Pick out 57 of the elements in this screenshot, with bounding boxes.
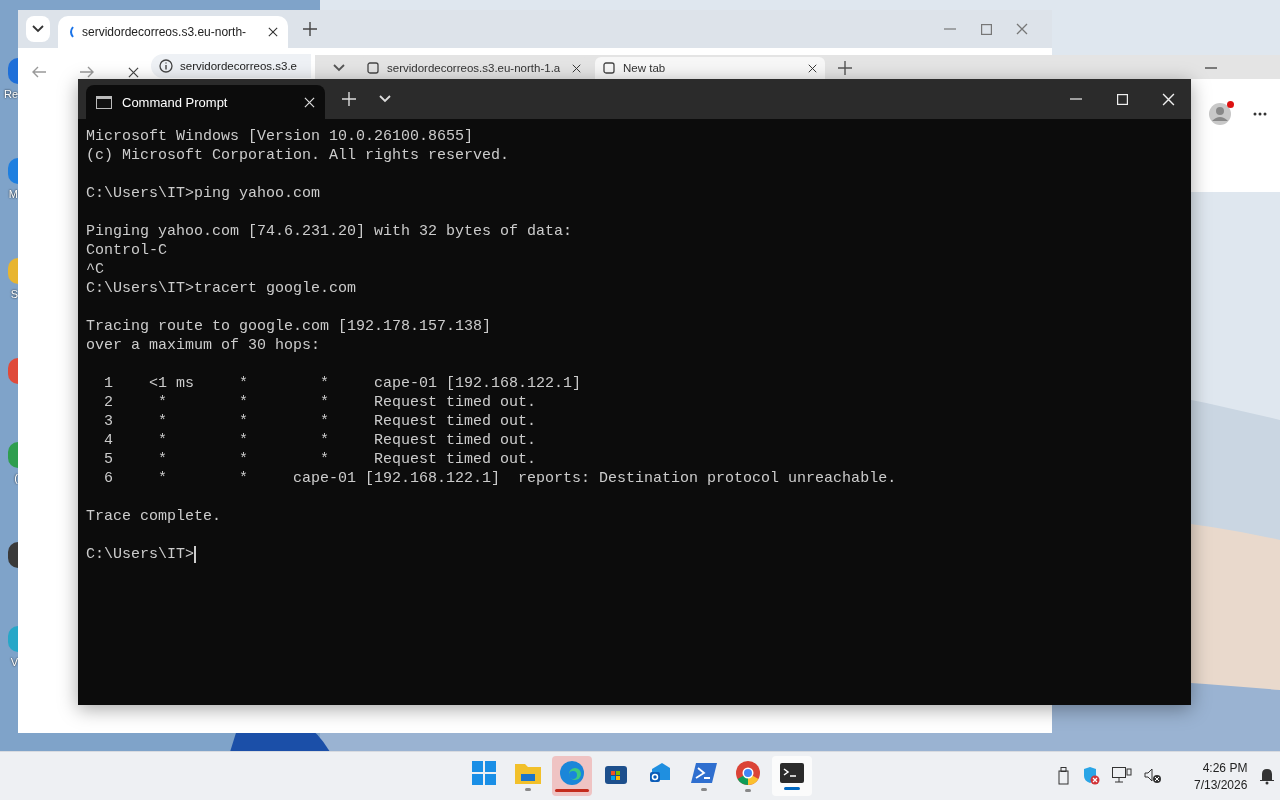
terminal-line: Tracing route to google.com [192.178.157.138]: [86, 317, 492, 336]
terminal-line: 3 * * * Request timed out.: [103, 412, 537, 431]
browser-tab[interactable]: servidordecorreos.s3.eu-north-: [58, 16, 288, 48]
address-bar[interactable]: servidordecorreos.s3.e: [151, 54, 311, 78]
volume-muted-icon[interactable]: [1144, 768, 1162, 785]
terminal-line: ^C: [86, 260, 104, 279]
terminal-line: 6 * * cape-01 [192.168.122.1] reports: Destination protocol unreachable.: [103, 469, 897, 488]
mail-app-icon[interactable]: [648, 760, 672, 785]
chevron-down-icon[interactable]: [32, 25, 44, 33]
terminal-line: Microsoft Windows [Version 10.0.26100.8655]: [86, 127, 474, 146]
terminal-line: 4 * * * Request timed out.: [103, 431, 537, 450]
terminal-line: Pinging yahoo.com [74.6.231.20] with 32 bytes of data:: [86, 222, 573, 241]
start-icon[interactable]: [472, 760, 496, 785]
command-prompt-icon: [96, 95, 112, 109]
notification-bell-icon[interactable]: [1259, 767, 1276, 786]
shield-icon[interactable]: [1082, 767, 1100, 786]
chevron-down-icon[interactable]: [333, 64, 345, 72]
terminal-line: C:\Users\IT>tracert google.com: [86, 279, 357, 298]
terminal-line: Control-C: [86, 241, 167, 260]
desktop-icon-label: Re: [2, 88, 18, 100]
text-cursor: [194, 546, 196, 563]
forward-icon[interactable]: [80, 66, 94, 78]
powershell-icon[interactable]: [691, 761, 717, 784]
more-icon[interactable]: [1253, 112, 1267, 116]
tab-search-button[interactable]: [26, 16, 50, 42]
terminal-tab[interactable]: Command Prompt: [86, 85, 325, 119]
new-tab-icon[interactable]: [303, 22, 317, 36]
desktop-icon-label: S: [9, 288, 18, 300]
close-icon[interactable]: [128, 66, 139, 78]
desktop-icon-label: (: [13, 472, 18, 484]
usb-drive-icon[interactable]: [1058, 767, 1070, 786]
info-icon[interactable]: [159, 59, 173, 73]
terminal-line: 5 * * * Request timed out.: [103, 450, 537, 469]
terminal-line: 1 <1 ms * * cape-01 [192.168.122.1]: [103, 374, 582, 393]
network-icon[interactable]: [1112, 767, 1132, 786]
browser-tab[interactable]: New tab: [595, 57, 825, 79]
back-icon[interactable]: [32, 66, 46, 78]
clock[interactable]: 4:26 PM 7/13/2026: [1194, 760, 1248, 792]
terminal-line: 2 * * * Request timed out.: [103, 393, 537, 412]
profile-icon[interactable]: [1209, 103, 1231, 125]
terminal-line: Trace complete.: [86, 507, 222, 526]
new-tab-icon[interactable]: [838, 61, 852, 75]
terminal-line: C:\Users\IT>ping yahoo.com: [86, 184, 321, 203]
desktop-icon-label: V: [9, 656, 18, 668]
chrome-icon[interactable]: [736, 760, 760, 785]
terminal-prompt: C:\Users\IT>: [86, 545, 195, 564]
taskbar-app[interactable]: [772, 756, 812, 797]
desktop-icon[interactable]: [8, 542, 18, 568]
terminal-icon[interactable]: [780, 762, 804, 783]
terminal-line: (c) Microsoft Corporation. All rights reserved.: [86, 146, 510, 165]
terminal-line: over a maximum of 30 hops:: [86, 336, 321, 355]
close-icon[interactable]: [808, 63, 817, 73]
folder-icon[interactable]: [515, 761, 541, 784]
desktop-icon-label: M: [7, 188, 18, 200]
loading-icon: [68, 26, 74, 38]
close-icon[interactable]: [268, 27, 278, 37]
close-icon[interactable]: [572, 63, 581, 73]
